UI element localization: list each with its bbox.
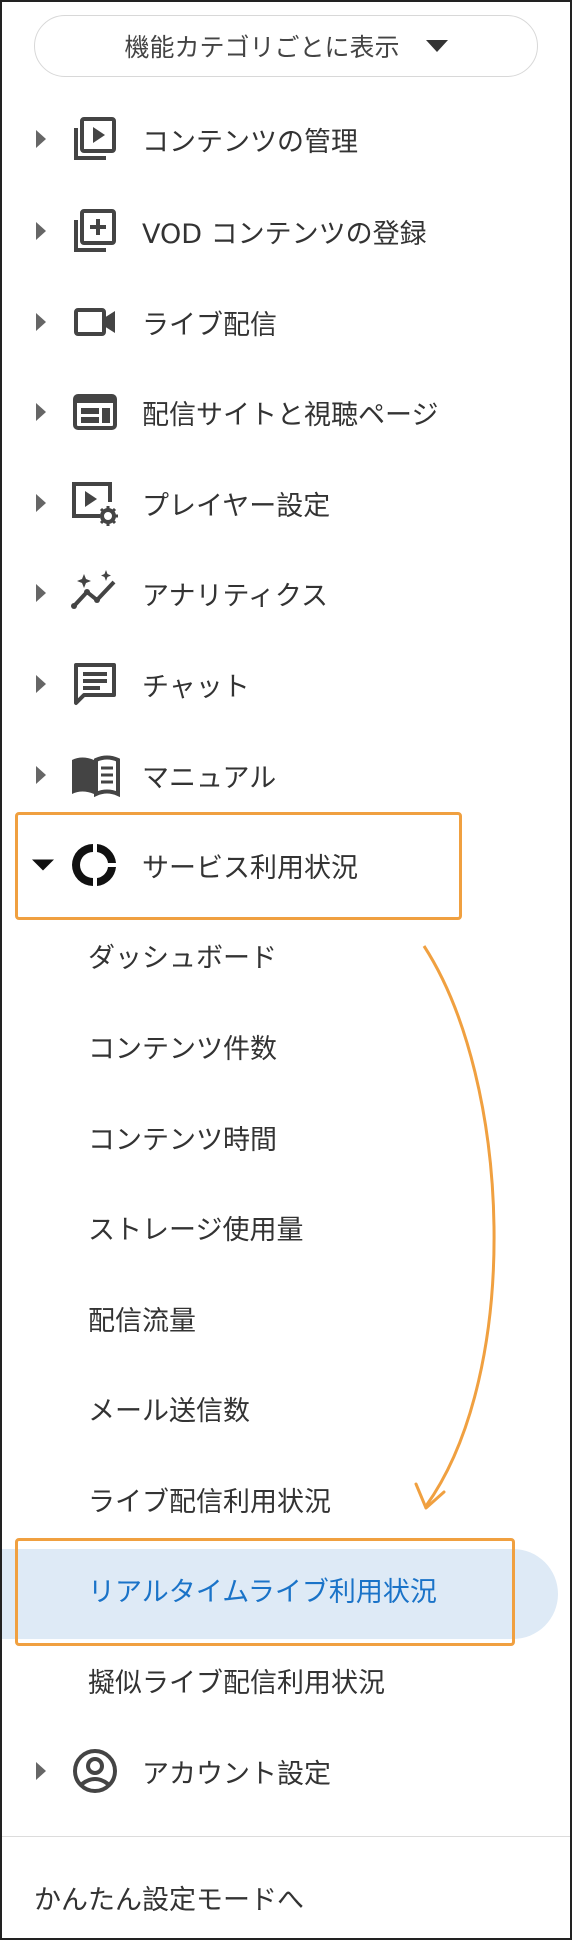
- annotation-arrow: [414, 945, 496, 1510]
- sidebar-panel: 機能カテゴリごとに表示 コンテンツの管理 VOD コンテンツの登録 ライブ配信 …: [0, 0, 572, 1940]
